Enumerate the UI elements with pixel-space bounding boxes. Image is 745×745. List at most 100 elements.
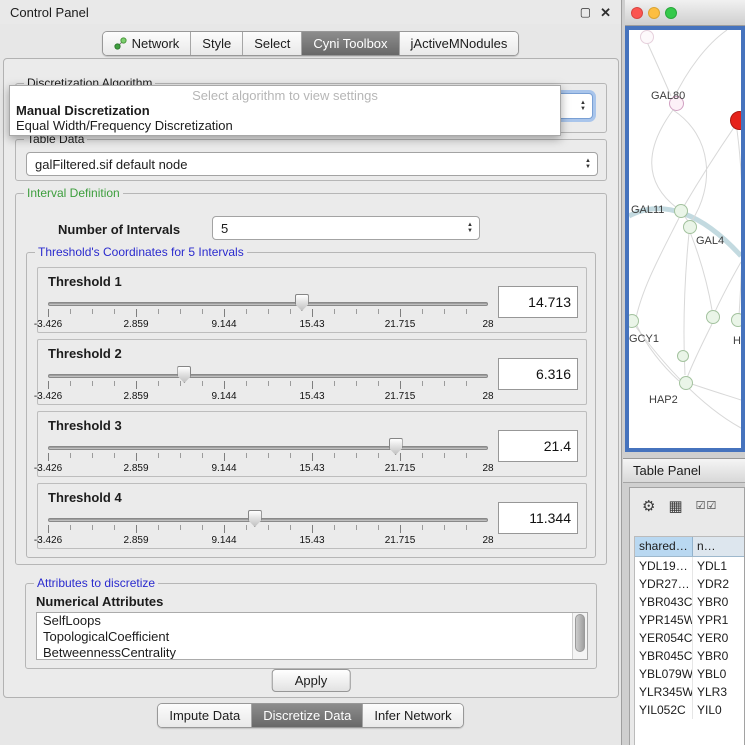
scrollbar-thumb[interactable]: [575, 614, 585, 652]
list-scrollbar[interactable]: [572, 613, 587, 659]
network-canvas[interactable]: GAL80 GAL11 GAL4 GCY1 HAP2 H: [625, 26, 745, 452]
table-row[interactable]: YER054CYER0: [635, 629, 744, 647]
slider-track[interactable]: [48, 302, 488, 306]
table-cell[interactable]: YIL0: [693, 701, 744, 719]
scale-label: 21.715: [385, 463, 416, 474]
table-cell[interactable]: YBR0: [693, 593, 744, 611]
table-cell[interactable]: YIL052C: [635, 701, 693, 719]
control-panel-tabs: Network Style Select Cyni Toolbox jActiv…: [102, 31, 520, 56]
node-label: GAL11: [631, 204, 664, 216]
network-node[interactable]: [706, 310, 720, 324]
tab-cyni-toolbox[interactable]: Cyni Toolbox: [302, 32, 399, 55]
threshold-4-slider[interactable]: -3.426 2.859 9.144 15.43 21.715 28: [48, 512, 488, 548]
numerical-attributes-list[interactable]: SelfLoops TopologicalCoefficient Between…: [36, 612, 588, 660]
option-equal-width-frequency[interactable]: Equal Width/Frequency Discretization: [10, 118, 560, 133]
table-cell[interactable]: YBR0: [693, 647, 744, 665]
minimize-traffic-icon[interactable]: [648, 7, 660, 19]
close-traffic-icon[interactable]: [631, 7, 643, 19]
threshold-3-slider[interactable]: -3.426 2.859 9.144 15.43 21.715 28: [48, 440, 488, 476]
slider-track[interactable]: [48, 518, 488, 522]
table-cell[interactable]: YBL0: [693, 665, 744, 683]
checkbox-icon[interactable]: ☑: [707, 501, 717, 512]
table-browser-window: ⚙ ▦ ☑ ☑ shared… n… YDL19…YDL1 YDR27…YDR2…: [629, 487, 745, 745]
table-row[interactable]: YBR045CYBR0: [635, 647, 744, 665]
zoom-traffic-icon[interactable]: [665, 7, 677, 19]
table-row[interactable]: YDL19…YDL1: [635, 557, 744, 575]
table-cell[interactable]: YDR2: [693, 575, 744, 593]
table-cell[interactable]: YER0: [693, 629, 744, 647]
algorithm-dropdown-popup: Select algorithm to view settings Manual…: [9, 85, 561, 136]
slider-major-ticks: [48, 381, 488, 389]
scale-label: -3.426: [34, 319, 62, 330]
threshold-2-value-field[interactable]: [498, 358, 578, 390]
table-cell[interactable]: YPR1: [693, 611, 744, 629]
network-node-gal11[interactable]: [674, 204, 688, 218]
threshold-1-value-field[interactable]: [498, 286, 578, 318]
float-window-icon[interactable]: ▢: [580, 6, 591, 18]
table-cell[interactable]: YER054C: [635, 629, 693, 647]
apply-button[interactable]: Apply: [272, 669, 351, 692]
slider-track[interactable]: [48, 446, 488, 450]
tab-discretize-data[interactable]: Discretize Data: [252, 704, 363, 727]
columns-icon[interactable]: ▦: [668, 499, 682, 514]
network-window-titlebar[interactable]: [625, 0, 745, 26]
network-node-selected[interactable]: [730, 111, 745, 130]
threshold-1-panel: Threshold 1 -3.426 2.859 9.144 15.43 21.…: [37, 267, 587, 333]
table-row[interactable]: YIL052CYIL0: [635, 701, 744, 719]
table-data-select[interactable]: galFiltered.sif default node ▲ ▼: [26, 152, 598, 176]
threshold-1-slider[interactable]: -3.426 2.859 9.144 15.43 21.715 28: [48, 296, 488, 332]
close-window-icon[interactable]: ✕: [600, 6, 611, 19]
tab-impute-data[interactable]: Impute Data: [158, 704, 252, 727]
checkbox-icon[interactable]: ☑: [696, 501, 706, 512]
network-node[interactable]: [640, 30, 654, 44]
tab-select[interactable]: Select: [243, 32, 302, 55]
table-cell[interactable]: YBR045C: [635, 647, 693, 665]
number-of-intervals-select[interactable]: 5 ▲ ▼: [212, 216, 480, 240]
list-item[interactable]: TopologicalCoefficient: [37, 629, 587, 645]
threshold-4-value-field[interactable]: [498, 502, 578, 534]
list-item[interactable]: BetweennessCentrality: [37, 645, 587, 660]
scale-label: 15.43: [299, 391, 324, 402]
tab-jactivemnodules[interactable]: jActiveMNodules: [400, 32, 519, 55]
table-cell[interactable]: YDL1: [693, 557, 744, 575]
down-arrow-icon: ▼: [585, 164, 591, 170]
table-cell[interactable]: YBR043C: [635, 593, 693, 611]
tab-network[interactable]: Network: [103, 32, 192, 55]
node-label: GCY1: [629, 333, 659, 345]
table-cell[interactable]: YDL19…: [635, 557, 693, 575]
table-cell[interactable]: YPR145W: [635, 611, 693, 629]
table-cell[interactable]: YBL079W: [635, 665, 693, 683]
tab-style[interactable]: Style: [191, 32, 243, 55]
table-row[interactable]: YDR27…YDR2: [635, 575, 744, 593]
scale-label: 9.144: [211, 319, 236, 330]
threshold-2-slider[interactable]: -3.426 2.859 9.144 15.43 21.715 28: [48, 368, 488, 404]
network-node[interactable]: [731, 313, 745, 327]
slider-track[interactable]: [48, 374, 488, 378]
top-tab-row: Network Style Select Cyni Toolbox jActiv…: [0, 31, 621, 56]
selected-value: galFiltered.sif default node: [35, 157, 187, 172]
control-panel: Control Panel ▢ ✕ Network Style Select C…: [0, 0, 622, 745]
network-node[interactable]: [677, 350, 689, 362]
table-row[interactable]: YPR145WYPR1: [635, 611, 744, 629]
network-node-hap2[interactable]: [679, 376, 693, 390]
tab-infer-network[interactable]: Infer Network: [363, 704, 462, 727]
threshold-label: Threshold 1: [48, 274, 122, 289]
option-manual-discretization[interactable]: Manual Discretization: [10, 103, 560, 118]
threshold-3-value-field[interactable]: [498, 430, 578, 462]
table-row[interactable]: YBL079WYBL0: [635, 665, 744, 683]
column-header-name[interactable]: n…: [693, 537, 744, 556]
down-arrow-icon: ▼: [580, 106, 586, 112]
gear-icon[interactable]: ⚙: [642, 499, 655, 514]
network-node-gal4[interactable]: [683, 220, 697, 234]
table-cell[interactable]: YLR345W: [635, 683, 693, 701]
table-row[interactable]: YLR345WYLR3: [635, 683, 744, 701]
list-item[interactable]: SelfLoops: [37, 613, 587, 629]
table-cell[interactable]: YDR27…: [635, 575, 693, 593]
scale-label: 21.715: [385, 535, 416, 546]
network-node-gcy1[interactable]: [625, 314, 639, 328]
table-row[interactable]: YBR043CYBR0: [635, 593, 744, 611]
column-header-shared-name[interactable]: shared…: [635, 537, 693, 556]
scale-label: 2.859: [123, 463, 148, 474]
group-title: Interval Definition: [24, 186, 123, 200]
table-cell[interactable]: YLR3: [693, 683, 744, 701]
